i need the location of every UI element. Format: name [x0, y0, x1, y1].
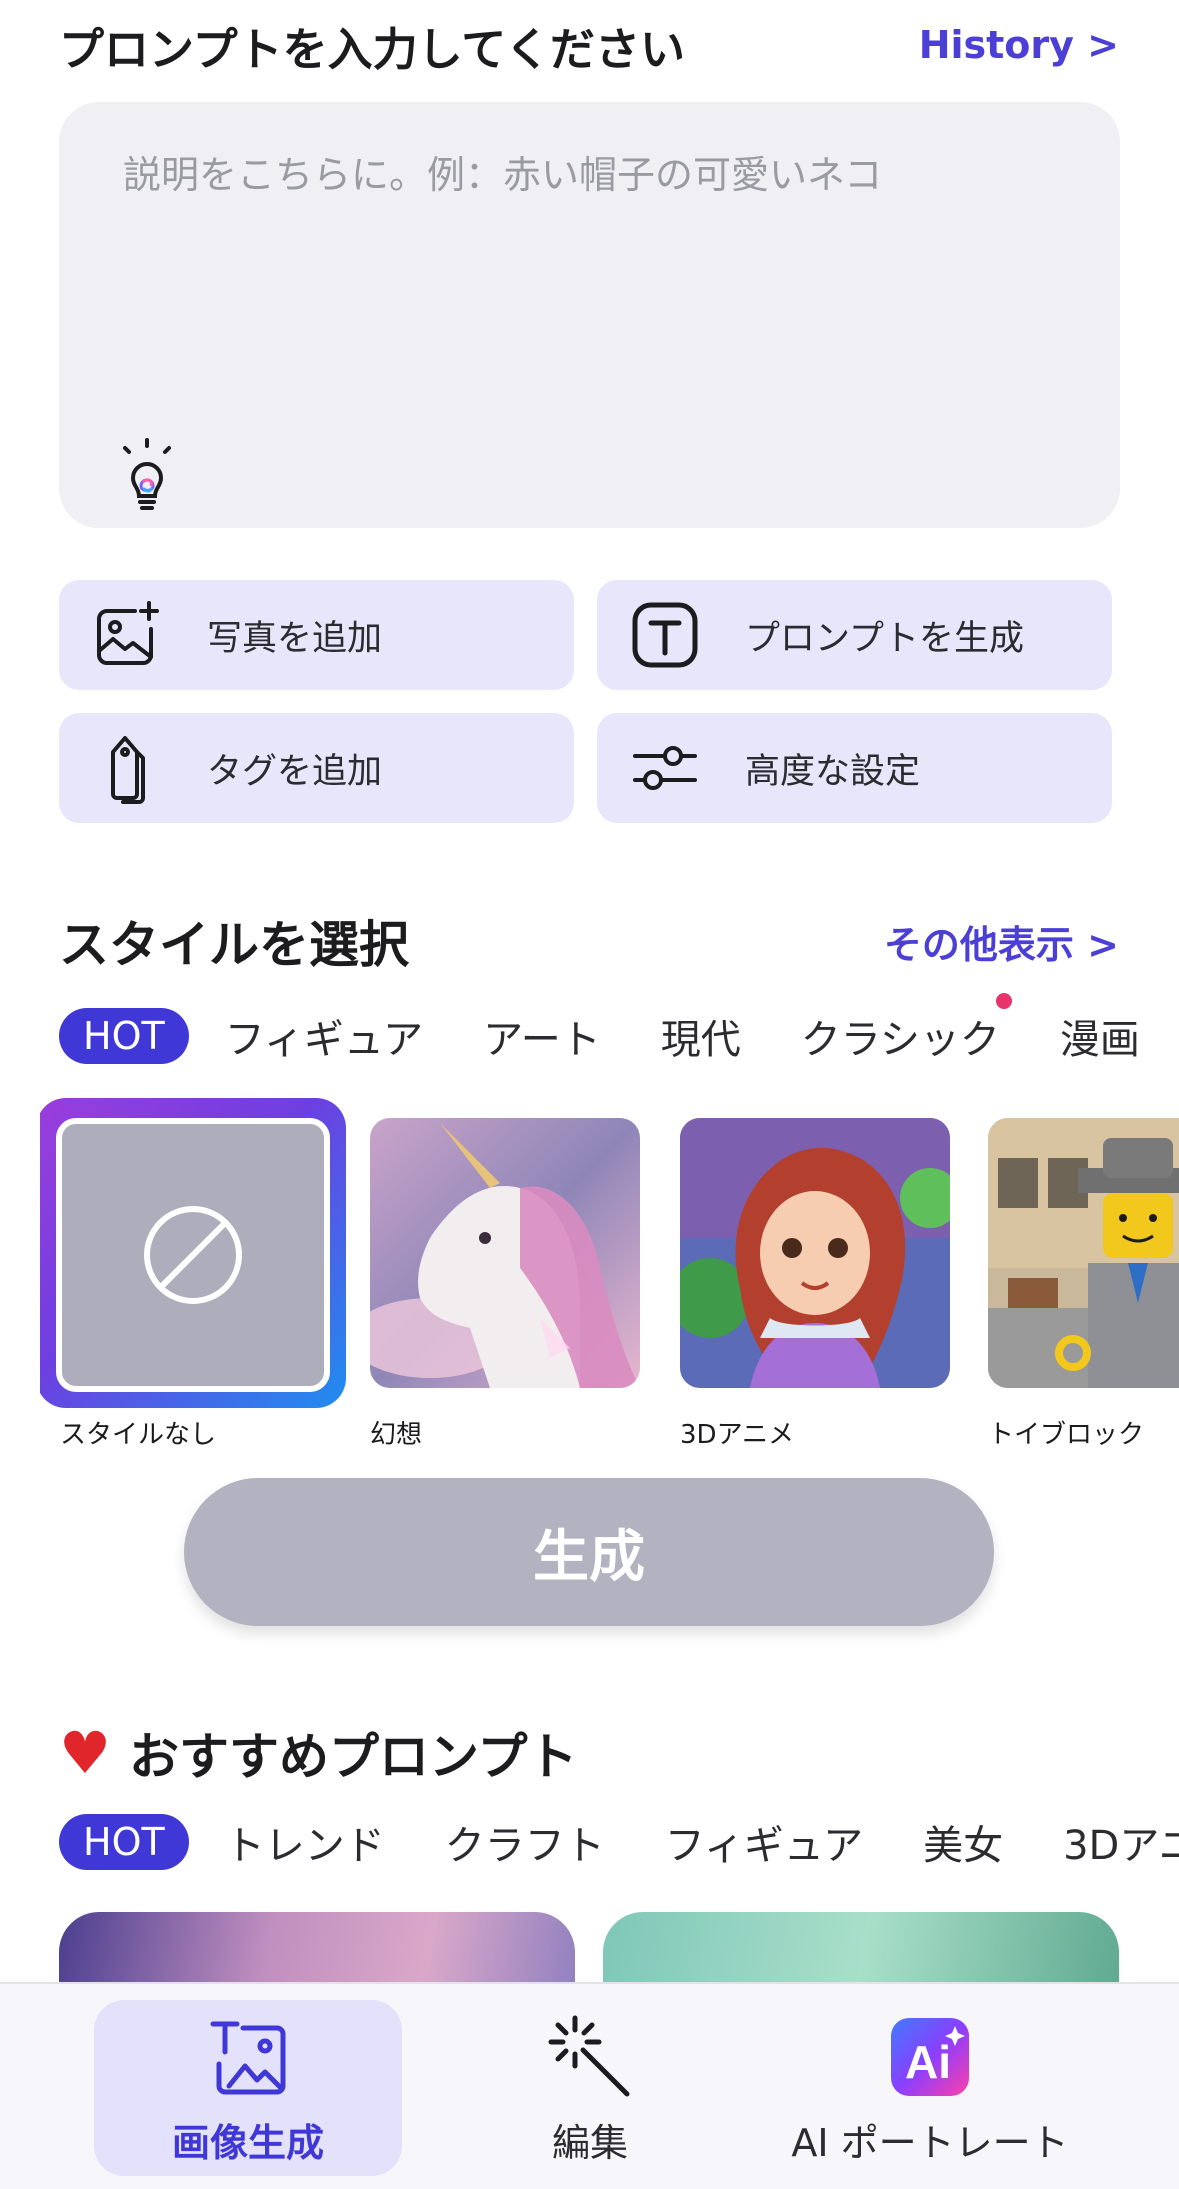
ai-portrait-icon: Ai	[885, 2012, 975, 2102]
bottom-tab-bar: 画像生成 編集 Ai AI ポートレート	[0, 1982, 1179, 2189]
tab-hot[interactable]: HOT	[59, 1008, 189, 1064]
magic-wand-icon	[545, 2012, 635, 2102]
text-t-icon	[629, 599, 701, 671]
style-name: 幻想	[370, 1420, 423, 1448]
generate-prompt-label: プロンプトを生成	[745, 618, 1024, 659]
history-link[interactable]: History >	[919, 23, 1119, 67]
add-tag-label: タグを追加	[207, 751, 383, 792]
tab-ai-portrait[interactable]: Ai AI ポートレート	[760, 2000, 1100, 2176]
style-section-title: スタイルを選択	[59, 916, 409, 974]
style-name: トイブロック	[988, 1420, 1145, 1448]
tab-art[interactable]: アート	[483, 1007, 601, 1065]
heart-icon: ♥	[59, 1719, 111, 1787]
advanced-settings-label: 高度な設定	[745, 751, 921, 792]
add-tag-button[interactable]: タグを追加	[59, 713, 574, 823]
tab-3d-anime[interactable]: 3Dアニ	[1063, 1813, 1179, 1871]
tab-figure[interactable]: フィギュア	[665, 1813, 863, 1871]
recommend-section-header: ♥ おすすめプロンプト	[59, 1718, 1119, 1788]
tab-label: AI ポートレート	[791, 2121, 1069, 2165]
style-name: 3Dアニメ	[680, 1420, 795, 1448]
recommend-cards	[59, 1912, 1179, 1982]
tab-label: 画像生成	[171, 2121, 324, 2165]
tab-craft[interactable]: クラフト	[445, 1813, 605, 1871]
recommend-card[interactable]	[59, 1912, 575, 1982]
add-photo-label: 写真を追加	[207, 618, 383, 659]
advanced-settings-button[interactable]: 高度な設定	[597, 713, 1112, 823]
sliders-icon	[629, 732, 701, 804]
notification-dot	[995, 993, 1012, 1009]
image-generate-icon	[203, 2012, 293, 2102]
style-carousel[interactable]: スタイルなし 幻想 3Dアニメ トイブロック	[40, 1098, 1179, 1448]
tab-label: 編集	[551, 2121, 628, 2165]
prohibited-icon	[144, 1206, 242, 1304]
generate-button[interactable]: 生成	[184, 1478, 994, 1626]
recommend-section-title: おすすめプロンプト	[129, 1728, 578, 1786]
lightbulb-icon[interactable]	[117, 438, 177, 514]
tab-modern[interactable]: 現代	[661, 1007, 741, 1065]
style-name: スタイルなし	[60, 1420, 217, 1448]
generate-prompt-button[interactable]: プロンプトを生成	[597, 580, 1112, 690]
style-section-header: スタイルを選択 その他表示 >	[59, 906, 1119, 976]
3d-anime-thumbnail	[680, 1118, 950, 1388]
tab-trend[interactable]: トレンド	[225, 1813, 385, 1871]
show-more-link[interactable]: その他表示 >	[884, 914, 1119, 969]
tab-manga[interactable]: 漫画	[1060, 1007, 1140, 1065]
svg-text:Ai: Ai	[905, 2036, 951, 2088]
style-category-tabs: HOT フィギュア アート 現代 クラシック 漫画	[59, 993, 1179, 1068]
prompt-input[interactable]: 説明をこちらに。例：赤い帽子の可愛いネコ	[59, 102, 1120, 528]
tab-beauty[interactable]: 美女	[923, 1813, 1003, 1871]
tab-figure[interactable]: フィギュア	[225, 1007, 423, 1065]
recommend-category-tabs: HOT トレンド クラフト フィギュア 美女 3Dアニ	[59, 1810, 1179, 1874]
add-photo-button[interactable]: 写真を追加	[59, 580, 574, 690]
recommend-card[interactable]	[603, 1912, 1119, 1982]
tab-classic-label: クラシック	[800, 1017, 1000, 1063]
prompt-placeholder: 説明をこちらに。例：赤い帽子の可愛いネコ	[123, 153, 883, 197]
toy-block-thumbnail	[988, 1118, 1179, 1388]
add-photo-icon	[91, 599, 163, 671]
header: プロンプトを入力してください History >	[59, 14, 1119, 76]
tab-hot[interactable]: HOT	[59, 1814, 189, 1870]
no-style-thumbnail	[56, 1118, 330, 1392]
tag-icon	[91, 732, 163, 804]
recommend-heading: ♥ おすすめプロンプト	[59, 1717, 578, 1789]
tab-image-generate[interactable]: 画像生成	[94, 2000, 402, 2176]
tab-edit[interactable]: 編集	[470, 2000, 710, 2176]
page-title: プロンプトを入力してください	[59, 22, 685, 76]
tab-classic[interactable]: クラシック	[800, 993, 1012, 1065]
generate-button-label: 生成	[533, 1524, 645, 1590]
fantasy-thumbnail	[370, 1118, 640, 1388]
